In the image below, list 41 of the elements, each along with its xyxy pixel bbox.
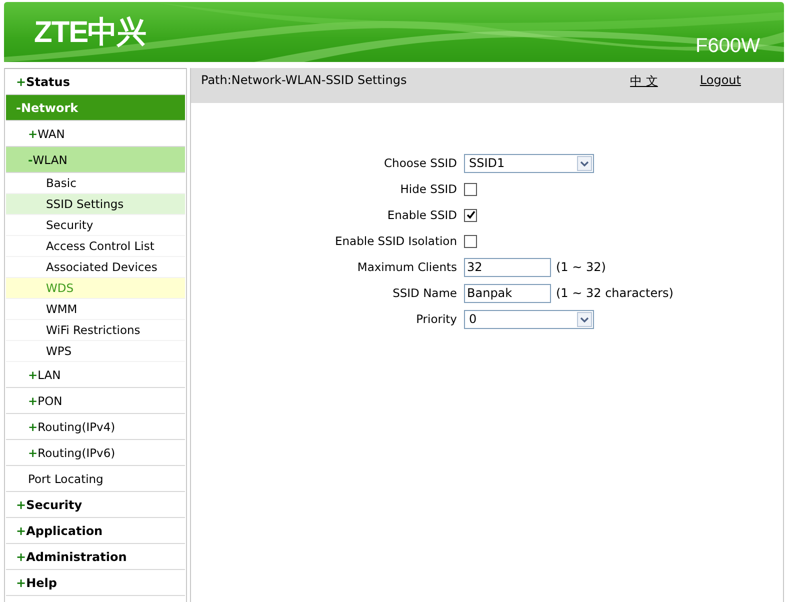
nav-item[interactable]: WMM <box>6 299 185 320</box>
field-label: Hide SSID <box>399 182 457 196</box>
nav-item[interactable]: WDS <box>6 278 185 299</box>
checkbox[interactable] <box>464 182 477 196</box>
field-label: Choose SSID <box>383 156 457 170</box>
nav-item[interactable]: Port Locating <box>6 466 185 492</box>
nav-item[interactable]: +Security <box>6 492 185 518</box>
input-field[interactable]: 32 <box>464 258 551 276</box>
nav-item[interactable]: WPS <box>6 341 185 362</box>
range-hint: (1 ~ 32) <box>556 260 606 274</box>
field-label: Priority <box>415 312 457 326</box>
dropdown[interactable]: 0 <box>464 310 594 328</box>
model-name: F600W <box>696 35 760 58</box>
field-label: Enable SSID <box>386 208 457 222</box>
nav-item[interactable]: +Administration <box>6 544 185 570</box>
field-label: SSID Name <box>392 286 457 300</box>
breadcrumb-path: Path:Network-WLAN-SSID Settings <box>201 73 408 87</box>
nav-item[interactable]: -WLAN <box>6 147 185 173</box>
field-label: Maximum Clients <box>356 260 457 274</box>
nav-item[interactable]: Access Control List <box>6 236 185 257</box>
checkbox[interactable] <box>464 234 477 248</box>
nav-item[interactable]: -Network <box>6 95 185 121</box>
checkbox[interactable] <box>464 208 477 222</box>
nav-item[interactable]: +Help <box>6 570 185 596</box>
nav-item[interactable]: +PON <box>6 388 185 414</box>
caret-icon <box>577 156 592 170</box>
logo: ZTE中兴 <box>34 14 146 50</box>
field-label: Enable SSID Isolation <box>334 234 457 248</box>
caret-icon <box>577 312 592 326</box>
nav-item[interactable]: +Application <box>6 518 185 544</box>
nav-item[interactable]: SSID Settings <box>6 194 185 215</box>
nav-item[interactable]: +LAN <box>6 362 185 388</box>
nav-item[interactable]: WiFi Restrictions <box>6 320 185 341</box>
nav-item[interactable]: +Routing(IPv6) <box>6 440 185 466</box>
input-field[interactable]: Banpak <box>464 284 551 302</box>
nav-item[interactable]: Security <box>6 215 185 236</box>
language-link[interactable]: 中 文 <box>630 73 658 90</box>
range-hint: (1 ~ 32 characters) <box>556 286 674 300</box>
dropdown[interactable]: SSID1 <box>464 154 594 172</box>
nav-item[interactable]: +Routing(IPv4) <box>6 414 185 440</box>
logout-link[interactable]: Logout <box>700 73 741 87</box>
